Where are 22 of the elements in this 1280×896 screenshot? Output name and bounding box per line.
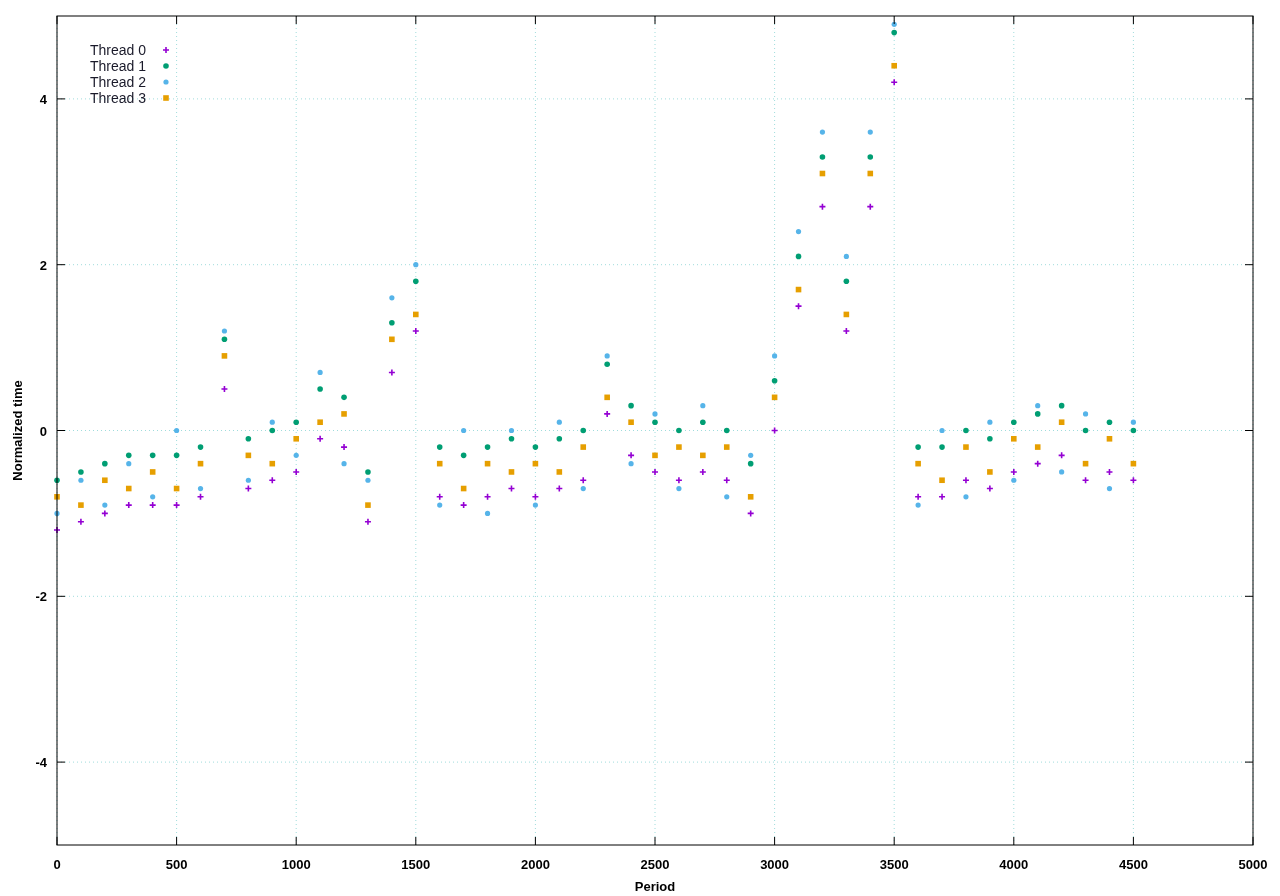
tick-label: 3500 bbox=[879, 857, 909, 872]
tick-label: 4500 bbox=[1118, 857, 1148, 872]
tick-label: -4 bbox=[35, 755, 47, 771]
legend-label: Thread 0 bbox=[90, 42, 147, 58]
legend-label: Thread 2 bbox=[90, 74, 147, 90]
legend-label: Thread 1 bbox=[90, 58, 147, 74]
tick-label: 4 bbox=[39, 91, 47, 107]
tick-label: 2 bbox=[39, 257, 47, 273]
tick-label: 0 bbox=[39, 423, 47, 439]
tick-label: 1500 bbox=[401, 857, 431, 872]
axis-title: Period bbox=[634, 879, 676, 894]
tick-label: 4000 bbox=[999, 857, 1029, 872]
tick-label: -2 bbox=[35, 589, 47, 605]
tick-label: 500 bbox=[165, 857, 188, 872]
legend-label: Thread 3 bbox=[90, 90, 147, 106]
tick-label: 1000 bbox=[281, 857, 311, 872]
tick-label: 3000 bbox=[760, 857, 790, 872]
tick-label: 2000 bbox=[520, 857, 550, 872]
tick-label: 5000 bbox=[1238, 857, 1268, 872]
axis-title: Normalized time bbox=[10, 380, 25, 481]
tick-label: 0 bbox=[53, 857, 61, 872]
tick-label: 2500 bbox=[640, 857, 670, 872]
